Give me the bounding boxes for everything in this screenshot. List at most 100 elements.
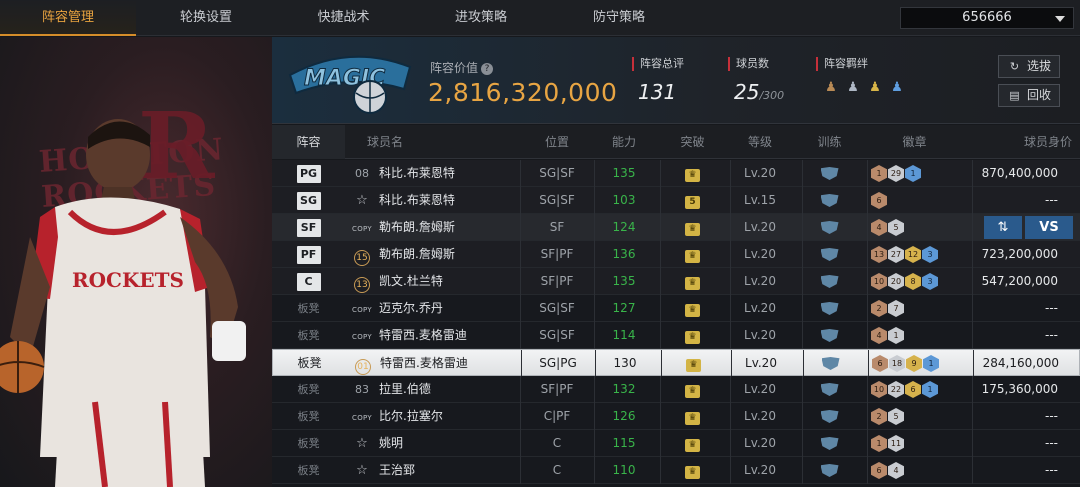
vs-button[interactable]: VS [1025, 216, 1073, 239]
table-row[interactable]: PG 08 科比.布莱恩特 SG|SF 135 ♛ Lv.20 1 29 1 870,400,000 [272, 160, 1080, 187]
player-name[interactable]: 王治郅 [379, 457, 519, 484]
training-cell[interactable] [802, 241, 857, 268]
player-name[interactable]: 勒布朗.詹姆斯 [379, 214, 519, 241]
lineup-slot-cell[interactable]: SG [272, 187, 345, 214]
column-divider [520, 403, 521, 430]
badges-cell[interactable]: 25 [867, 403, 967, 430]
badge-hex-icon: 29 [888, 165, 904, 182]
player-name[interactable]: 科比.布莱恩特 [379, 160, 519, 187]
table-row[interactable]: 板凳 ☆ 姚明 C 115 ♛ Lv.20 1 11 --- [272, 430, 1080, 457]
col-breakthrough: 突破 [680, 135, 705, 149]
breakthrough-cell[interactable]: ♛ [660, 268, 725, 295]
recycle-button[interactable]: ▤ 回收 [998, 84, 1060, 107]
player-name[interactable]: 特雷西.麦格雷迪 [380, 350, 520, 377]
badges-cell[interactable]: 6 18 9 1 [868, 350, 968, 377]
lineup-slot-cell[interactable]: 板凳 [272, 403, 345, 430]
tab-defense-strategy[interactable]: 防守策略 [551, 0, 687, 36]
badges-cell[interactable]: 6 [867, 187, 967, 214]
player-price: --- [1045, 301, 1058, 315]
training-cell[interactable] [802, 376, 857, 403]
badges-cell[interactable]: 1 29 1 [867, 160, 967, 187]
training-cell[interactable] [802, 430, 857, 457]
bond-icons[interactable]: ♟ ♟ ♟ ♟ [816, 80, 906, 96]
lineup-slot-cell[interactable]: 板凳 [272, 322, 345, 349]
training-cell[interactable] [802, 403, 857, 430]
table-row[interactable]: 板凳 COPY 比尔.拉塞尔 C|PF 126 ♛ Lv.20 2 5 --- [272, 403, 1080, 430]
badges-cell[interactable]: 41 [867, 322, 967, 349]
table-row[interactable]: 板凳 01 特雷西.麦格雷迪 SG|PG 130 ♛ Lv.20 6 18 9 1 284,160,0… [272, 349, 1080, 377]
training-cell[interactable] [803, 350, 858, 377]
badges-cell[interactable]: 10 22 6 1 [867, 376, 967, 403]
breakthrough-cell[interactable]: ♛ [660, 403, 725, 430]
table-row[interactable]: SF COPY 勒布朗.詹姆斯 SF 124 ♛ Lv.20 4 5 ⇅ VS [272, 214, 1080, 241]
breakthrough-cell[interactable]: ♛ [660, 430, 725, 457]
player-price: 175,360,000 [981, 382, 1058, 396]
player-name[interactable]: 科比.布莱恩特 [379, 187, 519, 214]
table-row[interactable]: 板凳 COPY 特雷西.麦格雷迪 SG|SF 114 ♛ Lv.20 4 1 --- [272, 322, 1080, 349]
table-row[interactable]: C 13 凯文.杜兰特 SF|PF 135 ♛ Lv.20 10 20 8 3 547,200,000 [272, 268, 1080, 295]
lineup-slot-cell[interactable]: C [272, 268, 345, 295]
table-row[interactable]: 板凳 ☆ 王治郅 C 110 ♛ Lv.20 6 4 --- [272, 457, 1080, 484]
breakthrough-cell[interactable]: ♛ [660, 322, 725, 349]
breakthrough-cell[interactable]: ♛ [660, 241, 725, 268]
badges-cell[interactable]: 10 20 8 3 [867, 268, 967, 295]
lineup-slot-cell[interactable]: 板凳 [272, 376, 345, 403]
bond-silver-icon[interactable]: ♟ [844, 80, 862, 96]
breakthrough-cell[interactable]: ♛ [661, 350, 726, 377]
lineup-slot-cell[interactable]: 板凳 [272, 430, 345, 457]
player-name[interactable]: 凯文.杜兰特 [379, 268, 519, 295]
bond-gold-icon[interactable]: ♟ [866, 80, 884, 96]
training-cell[interactable] [802, 322, 857, 349]
player-name[interactable]: 比尔.拉塞尔 [379, 403, 519, 430]
training-shield-icon [820, 464, 839, 477]
badges-cell[interactable]: 1 11 [867, 430, 967, 457]
table-row[interactable]: 板凳 COPY 迈克尔.乔丹 SG|SF 127 ♛ Lv.20 2 7 --- [272, 295, 1080, 322]
table-row[interactable]: SG ☆ 科比.布莱恩特 SG|SF 103 5 Lv.15 6 --- [272, 187, 1080, 214]
player-name[interactable]: 姚明 [379, 430, 519, 457]
breakthrough-cell[interactable]: ♛ [660, 376, 725, 403]
lineup-slot-cell[interactable]: 板凳 [272, 457, 345, 484]
lineup-slot-cell[interactable]: SF [272, 214, 345, 241]
crown-icon: ♛ [685, 385, 700, 398]
column-divider [520, 241, 521, 268]
badges-cell[interactable]: 64 [867, 457, 967, 484]
player-name[interactable]: 特雷西.麦格雷迪 [379, 322, 519, 349]
badge-hex-icon: 6 [871, 192, 887, 209]
breakthrough-cell[interactable]: ♛ [660, 295, 725, 322]
training-cell[interactable] [802, 457, 857, 484]
swap-button[interactable]: ⇅ [984, 216, 1022, 239]
lineup-slot-cell[interactable]: PG [272, 160, 345, 187]
breakthrough-cell[interactable]: ♛ [660, 160, 725, 187]
training-cell[interactable] [802, 214, 857, 241]
tab-rotation-settings[interactable]: 轮换设置 [136, 0, 276, 36]
breakthrough-cell[interactable]: ♛ [660, 214, 725, 241]
badges-cell[interactable]: 13 27 12 3 [867, 241, 967, 268]
player-name[interactable]: 勒布朗.詹姆斯 [379, 241, 519, 268]
lineup-slot-cell[interactable]: 板凳 [272, 295, 345, 322]
col-lineup: 阵容 [272, 125, 345, 159]
lineup-slot-cell[interactable]: PF [272, 241, 345, 268]
select-button[interactable]: ↻ 选拔 [998, 55, 1060, 78]
table-row[interactable]: PF 15 勒布朗.詹姆斯 SF|PF 136 ♛ Lv.20 13 27 12 3 723,200,… [272, 241, 1080, 268]
badges-cell[interactable]: 45 [867, 214, 967, 241]
tab-quick-tactics[interactable]: 快捷战术 [276, 0, 411, 36]
training-cell[interactable] [802, 160, 857, 187]
training-cell[interactable] [802, 187, 857, 214]
badge-list: 1 29 1 [867, 165, 967, 182]
bond-bronze-icon[interactable]: ♟ [822, 80, 840, 96]
table-row[interactable]: 板凳 83 拉里.伯德 SF|PF 132 ♛ Lv.20 10 22 6 1 175,360,000 [272, 376, 1080, 403]
badges-cell[interactable]: 27 [867, 295, 967, 322]
lineup-slot-cell[interactable]: 板凳 [273, 350, 346, 377]
tab-offense-strategy[interactable]: 进攻策略 [411, 0, 551, 36]
player-name[interactable]: 拉里.伯德 [379, 376, 519, 403]
player-name[interactable]: 迈克尔.乔丹 [379, 295, 519, 322]
breakthrough-cell[interactable]: 5 [660, 187, 725, 214]
training-cell[interactable] [802, 268, 857, 295]
help-icon[interactable]: ? [481, 62, 494, 75]
bond-blue-icon[interactable]: ♟ [888, 80, 906, 96]
tab-lineup-management[interactable]: 阵容管理 [0, 0, 136, 36]
account-dropdown[interactable]: 656666 [900, 7, 1074, 29]
lineup-slot-badge: PG [296, 165, 321, 183]
training-cell[interactable] [802, 295, 857, 322]
breakthrough-cell[interactable]: ♛ [660, 457, 725, 484]
